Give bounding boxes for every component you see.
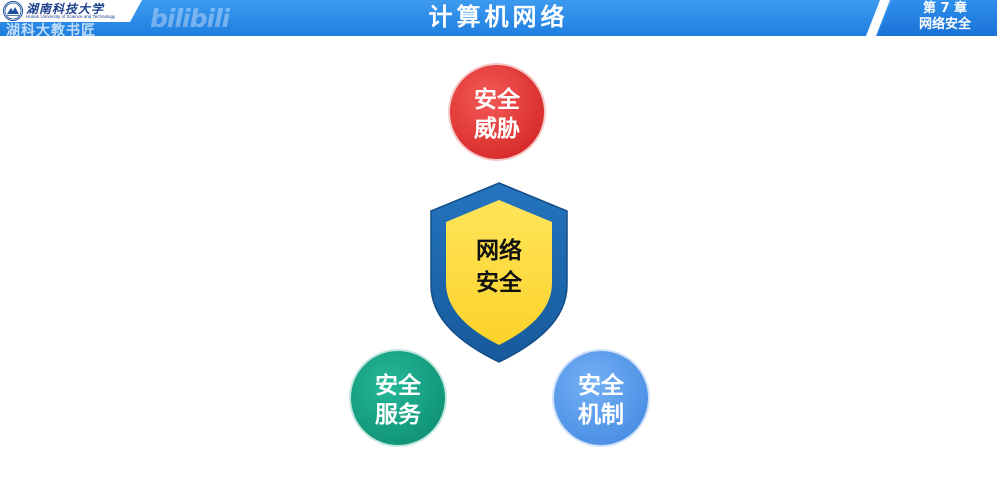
service-node-line2: 服务 [375, 402, 422, 428]
service-node-line1: 安全 [375, 372, 422, 399]
shield-node-line1: 网络 [476, 237, 522, 264]
threat-node: 安全 威胁 [448, 63, 546, 161]
threat-node-line1: 安全 [474, 86, 521, 113]
shield-node: 网络 安全 [430, 182, 568, 363]
service-node: 安全 服务 [349, 349, 447, 447]
mechanism-node-line2: 机制 [578, 402, 624, 428]
mechanism-node: 安全 机制 [552, 349, 650, 447]
mechanism-node-line1: 安全 [578, 372, 625, 399]
threat-node-line2: 威胁 [474, 115, 520, 142]
shield-node-line2: 安全 [476, 269, 523, 296]
security-diagram: 安全 威胁 网络 安全 安全 服务 安全 机制 [349, 63, 650, 447]
